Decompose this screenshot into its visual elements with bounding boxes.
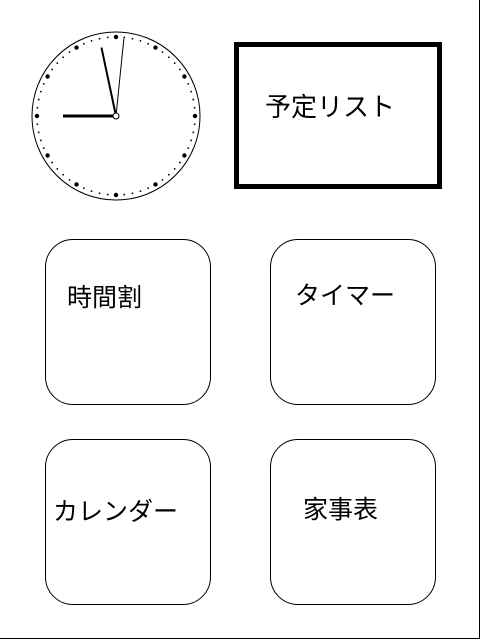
minute-tick	[37, 98, 40, 101]
hour-tick	[192, 113, 198, 119]
minute-tick	[68, 51, 71, 53]
hour-tick	[113, 192, 119, 198]
hour-tick	[34, 113, 40, 119]
minute-tick	[192, 98, 195, 101]
minute-tick	[190, 139, 193, 142]
minute-tick	[187, 82, 190, 85]
minute-tick	[39, 139, 42, 142]
timetable-label: 時間割	[67, 283, 143, 312]
minute-tick	[173, 62, 176, 65]
minute-tick	[90, 39, 93, 42]
minute-tick	[82, 42, 85, 45]
minute-tick	[139, 39, 142, 42]
hour-tick	[74, 45, 79, 50]
timer-button[interactable]: タイマー	[270, 239, 436, 405]
calendar-button[interactable]: カレンダー	[45, 439, 211, 605]
minute-tick	[192, 131, 195, 134]
minute-tick	[179, 68, 181, 71]
clock-face	[31, 31, 201, 201]
clock-center-pin	[112, 112, 120, 120]
minute-tick	[98, 37, 101, 40]
hour-tick	[45, 74, 50, 79]
minute-tick	[173, 167, 176, 170]
minute-tick	[139, 190, 142, 193]
timetable-button[interactable]: 時間割	[45, 239, 211, 405]
hour-tick	[113, 34, 119, 40]
timer-label: タイマー	[295, 281, 396, 310]
minute-tick	[68, 179, 71, 181]
minute-tick	[82, 187, 85, 190]
minute-tick	[36, 106, 39, 109]
minute-tick	[131, 192, 134, 195]
minute-tick	[123, 36, 126, 39]
minute-tick	[190, 90, 193, 93]
minute-tick	[36, 123, 39, 126]
minute-tick	[193, 106, 196, 109]
hour-tick	[182, 153, 187, 158]
minute-tick	[167, 56, 170, 59]
minute-tick	[147, 42, 150, 45]
minute-tick	[62, 56, 65, 59]
minute-tick	[187, 147, 190, 150]
analog-clock	[30, 30, 202, 202]
hour-tick	[153, 45, 158, 50]
minute-tick	[193, 123, 196, 126]
minute-tick	[51, 161, 53, 164]
minute-tick	[161, 179, 164, 181]
minute-tick	[90, 190, 93, 193]
minute-tick	[131, 37, 134, 40]
hour-tick	[74, 182, 79, 187]
hour-tick	[182, 74, 187, 79]
minute-tick	[167, 173, 170, 176]
minute-tick	[147, 187, 150, 190]
minute-tick	[106, 193, 109, 196]
minute-tick	[56, 167, 59, 170]
hour-tick	[153, 182, 158, 187]
hour-tick	[45, 153, 50, 158]
chore-chart-button[interactable]: 家事表	[270, 439, 436, 605]
minute-tick	[51, 68, 53, 71]
minute-tick	[123, 193, 126, 196]
minute-tick	[42, 82, 45, 85]
minute-tick	[179, 161, 181, 164]
minute-tick	[106, 36, 109, 39]
minute-tick	[161, 51, 164, 53]
minute-tick	[56, 62, 59, 65]
minute-tick	[98, 192, 101, 195]
minute-tick	[37, 131, 40, 134]
minute-tick	[39, 90, 42, 93]
schedule-list-label: 予定リスト	[265, 93, 396, 123]
chore-chart-label: 家事表	[303, 495, 379, 524]
calendar-label: カレンダー	[53, 497, 179, 526]
minute-tick	[62, 173, 65, 176]
schedule-list-button[interactable]: 予定リスト	[234, 42, 442, 189]
minute-tick	[42, 147, 45, 150]
